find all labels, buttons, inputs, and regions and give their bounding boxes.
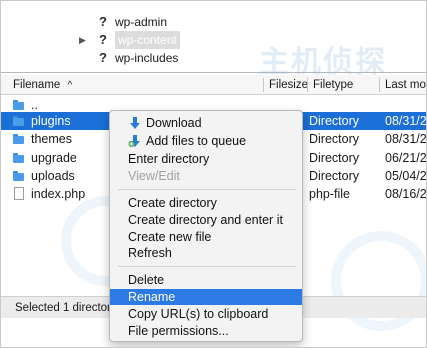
column-header-filetype[interactable]: Filetype: [313, 75, 353, 95]
column-divider[interactable]: [307, 78, 308, 92]
folder-icon: [13, 100, 24, 110]
file-modified: 08/31/2: [385, 114, 427, 128]
tree-item-wp-includes[interactable]: ? wp-includes: [97, 49, 178, 67]
menu-item-copy-urls[interactable]: Copy URL(s) to clipboard: [110, 306, 302, 322]
menu-item-create-directory-enter[interactable]: Create directory and enter it: [110, 212, 302, 228]
sort-ascending-icon: ^: [67, 80, 73, 91]
menu-separator: [118, 266, 296, 267]
folder-icon: [13, 116, 24, 126]
tree-item-wp-content[interactable]: ? wp-content: [97, 31, 180, 49]
status-text: Selected 1 directory: [15, 302, 117, 314]
file-name: index.php: [31, 187, 86, 201]
file-icon: [14, 187, 24, 200]
remote-directory-tree: ? wp-admin ▶ ? wp-content ? wp-includes: [1, 1, 426, 73]
file-modified: 08/31/2: [385, 132, 427, 146]
menu-item-download[interactable]: Download: [110, 115, 302, 131]
file-type: Directory: [309, 151, 360, 165]
file-type: Directory: [309, 114, 360, 128]
column-header-filename[interactable]: Filename ^: [13, 75, 72, 95]
column-divider[interactable]: [263, 78, 264, 92]
add-to-queue-icon: [128, 135, 140, 147]
menu-item-delete[interactable]: Delete: [110, 272, 302, 288]
file-name: themes: [31, 132, 72, 146]
file-name: uploads: [31, 169, 75, 183]
menu-item-refresh[interactable]: Refresh: [110, 245, 302, 261]
tree-item-label: wp-admin: [115, 15, 168, 29]
tree-item-label: wp-content: [115, 31, 180, 49]
menu-item-file-permissions[interactable]: File permissions...: [110, 323, 302, 339]
column-header-filesize[interactable]: Filesize: [269, 75, 308, 95]
file-modified: 08/16/2: [385, 187, 427, 201]
file-list-header: Filename ^ Filesize Filetype Last mo: [1, 75, 426, 95]
menu-item-create-directory[interactable]: Create directory: [110, 195, 302, 211]
column-header-filename-label: Filename: [13, 79, 61, 91]
folder-icon: [13, 171, 24, 181]
menu-item-view-edit: View/Edit: [128, 169, 180, 183]
menu-separator: [118, 189, 296, 190]
file-type: Directory: [309, 169, 360, 183]
download-arrow-icon: [130, 117, 140, 129]
menu-item-enter-directory[interactable]: Enter directory: [110, 151, 302, 167]
file-type: Directory: [309, 132, 360, 146]
question-icon: ?: [99, 32, 107, 47]
column-header-last-modified[interactable]: Last mo: [385, 75, 426, 95]
folder-icon: [13, 153, 24, 163]
menu-item-rename[interactable]: Rename: [110, 289, 302, 305]
file-modified: 05/04/2: [385, 169, 427, 183]
folder-icon: [13, 134, 24, 144]
context-menu: Download Add files to queue Enter direct…: [109, 110, 303, 342]
tree-item-wp-admin[interactable]: ? wp-admin: [97, 13, 167, 31]
question-icon: ?: [99, 50, 107, 65]
menu-item-label: Download: [146, 116, 202, 130]
menu-item-label: Add files to queue: [146, 134, 247, 148]
column-divider[interactable]: [379, 78, 380, 92]
file-type: php-file: [309, 187, 350, 201]
tree-item-label: wp-includes: [115, 51, 179, 65]
question-icon: ?: [99, 14, 107, 29]
file-name: upgrade: [31, 151, 77, 165]
ftp-client-window: ? wp-admin ▶ ? wp-content ? wp-includes …: [0, 0, 427, 348]
file-name: plugins: [31, 114, 71, 128]
expand-arrow-icon[interactable]: ▶: [79, 35, 86, 46]
menu-item-add-to-queue[interactable]: Add files to queue: [110, 133, 302, 149]
file-modified: 06/21/2: [385, 151, 427, 165]
menu-item-create-new-file[interactable]: Create new file: [110, 229, 302, 245]
